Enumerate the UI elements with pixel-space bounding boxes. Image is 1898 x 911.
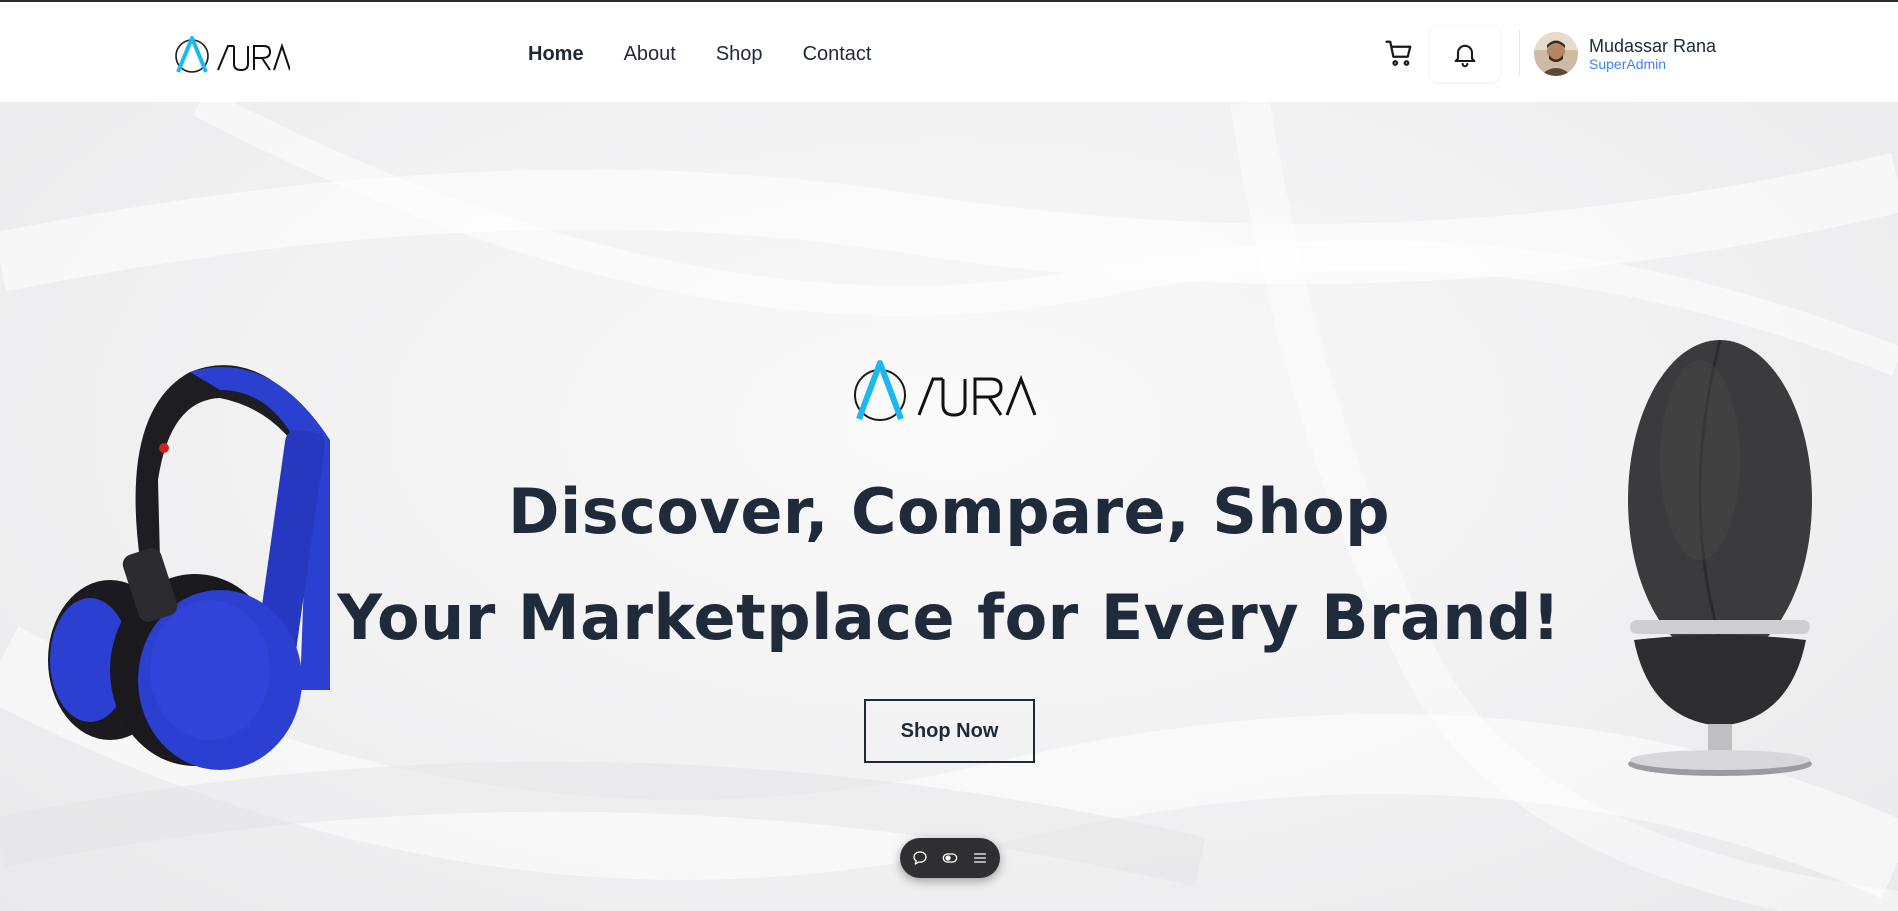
notifications-button[interactable]	[1430, 26, 1500, 82]
user-role: SuperAdmin	[1589, 56, 1667, 72]
toggle-icon[interactable]	[941, 849, 959, 867]
nav-contact-link[interactable]: Contact	[803, 40, 872, 68]
comment-icon[interactable]	[911, 849, 929, 867]
nav-home-link[interactable]: Home	[528, 40, 584, 68]
cart-button[interactable]	[1382, 36, 1416, 70]
hero-section: Discover, Compare, Shop Your Marketplace…	[0, 102, 1898, 911]
bell-icon	[1454, 44, 1476, 68]
nav-shop-link[interactable]: Shop	[716, 40, 763, 68]
user-menu[interactable]: Mudassar Rana SuperAdmin	[1534, 32, 1716, 76]
hero-headline-line2: Your Marketplace for Every Brand!	[337, 581, 1561, 654]
main-nav: Home About Shop Contact	[528, 40, 912, 68]
nav-about-link[interactable]: About	[624, 40, 676, 68]
headphones-image	[48, 365, 330, 770]
hero-headline-line1: Discover, Compare, Shop	[508, 475, 1390, 548]
shop-now-button[interactable]: Shop Now	[864, 699, 1035, 763]
speaker-image	[1628, 340, 1812, 776]
floating-toolbar	[900, 838, 1000, 878]
brand-logo[interactable]	[174, 32, 290, 74]
avatar	[1534, 32, 1578, 76]
hero-brand-logo	[854, 360, 1037, 421]
navbar: Home About Shop Contact Mudassar Rana Su…	[0, 2, 1898, 102]
nav-divider	[1519, 30, 1520, 76]
menu-icon[interactable]	[971, 849, 989, 867]
user-name: Mudassar Rana	[1589, 36, 1717, 56]
shopping-cart-icon	[1385, 40, 1412, 66]
